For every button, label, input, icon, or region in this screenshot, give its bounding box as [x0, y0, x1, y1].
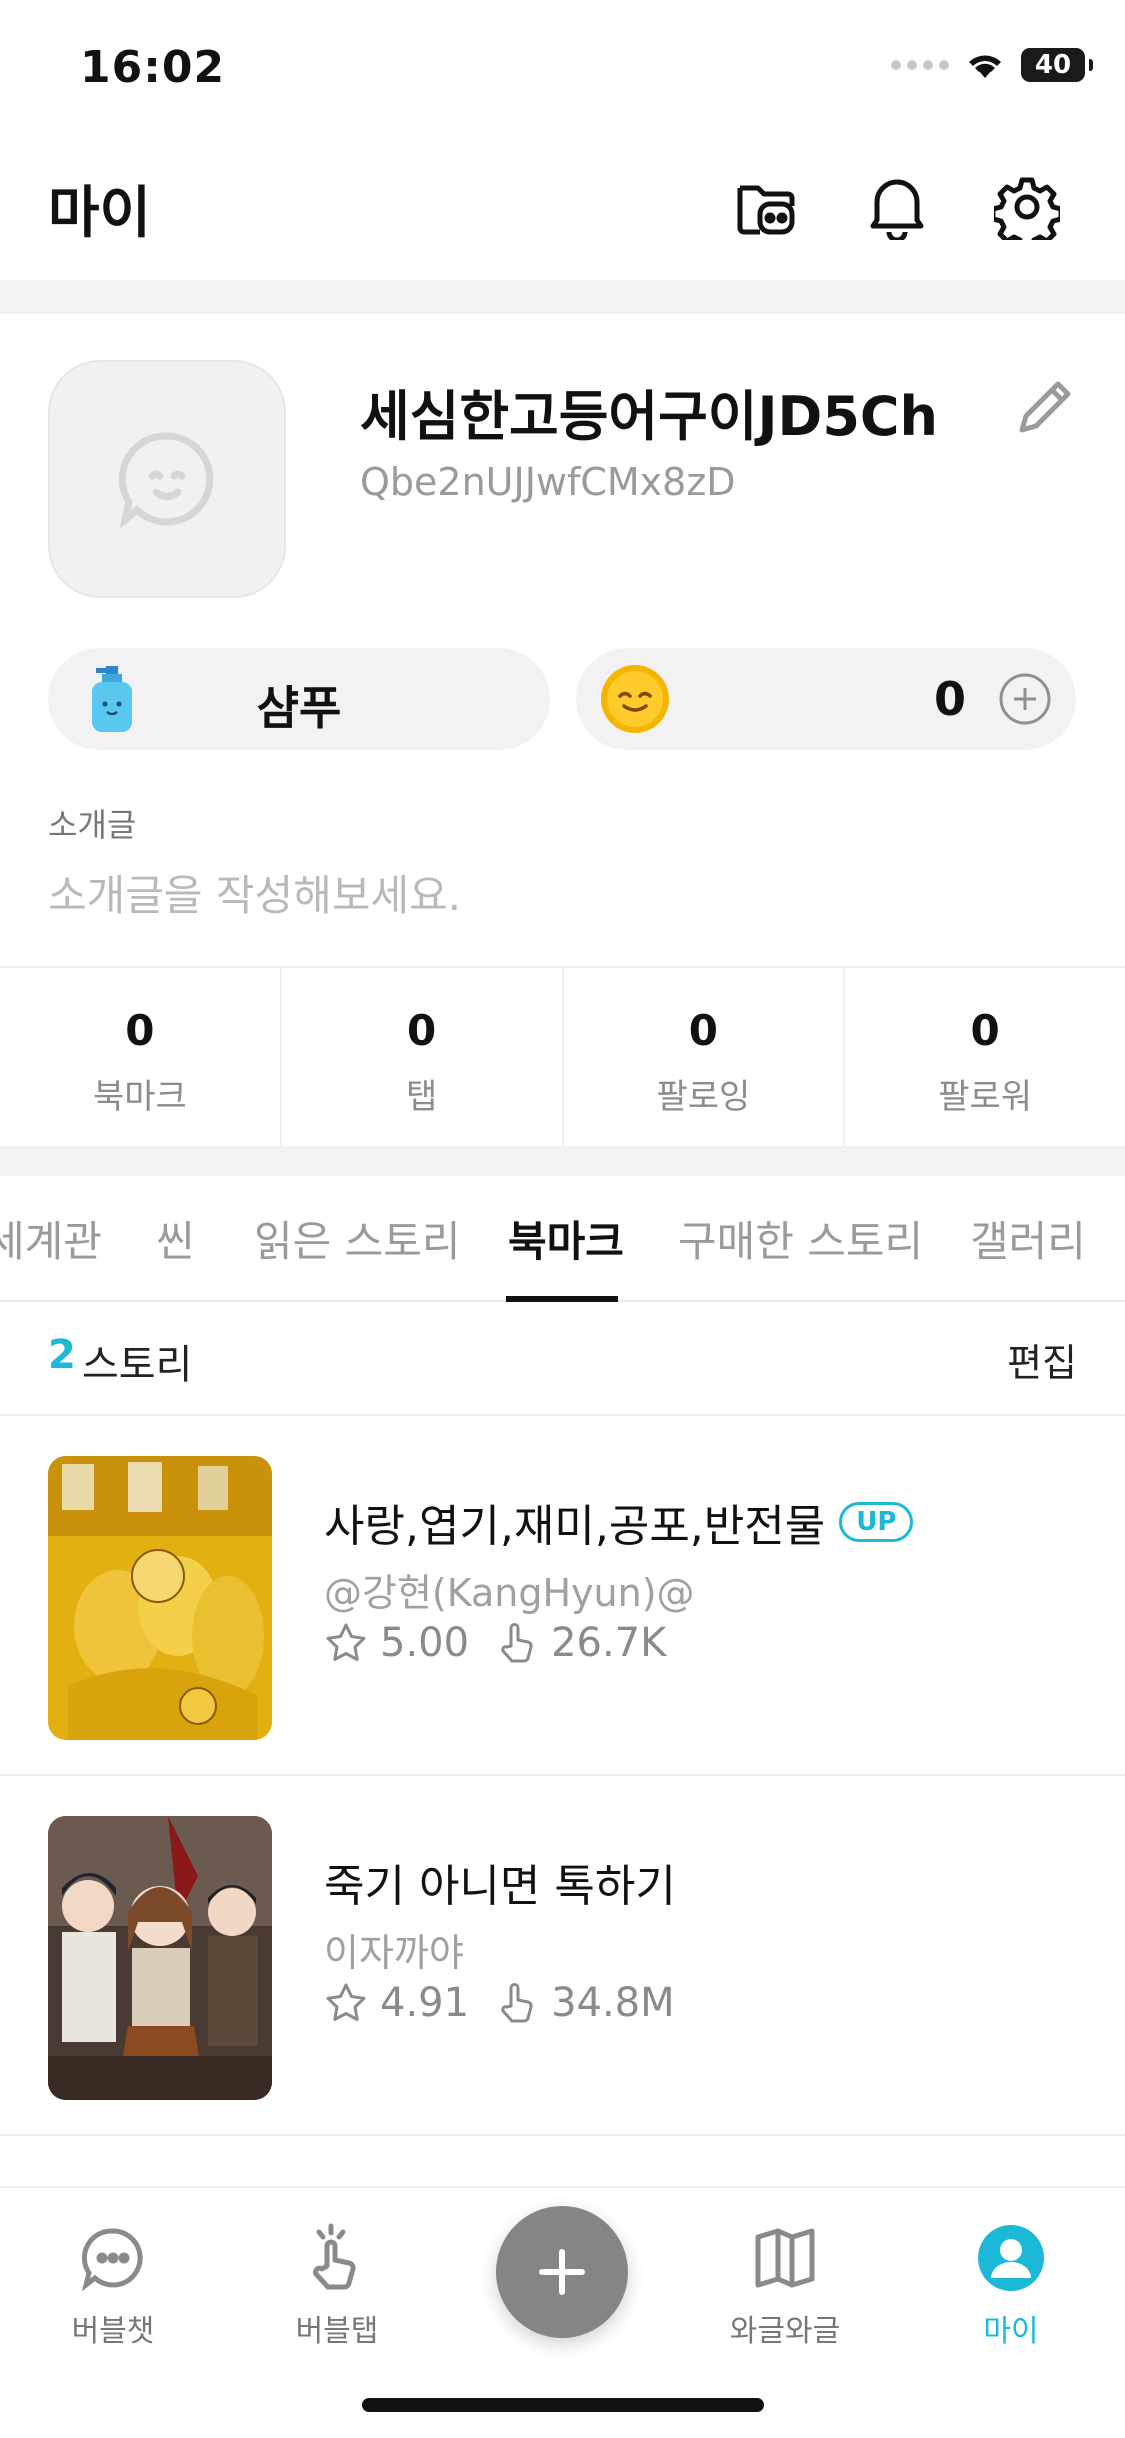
profile-icon — [978, 2225, 1044, 2291]
stat-following[interactable]: 0 팔로잉 — [564, 968, 846, 1146]
nav-label: 버블탭 — [295, 2314, 379, 2349]
tap-hand-icon — [313, 2223, 356, 2290]
section-divider — [0, 1146, 1125, 1176]
up-badge: UP — [839, 1502, 914, 1542]
tab-scenes[interactable]: 씬 — [156, 1208, 195, 1269]
story-title: 죽기 아니면 톡하기 — [324, 1850, 676, 1914]
nav-label: 마이 — [983, 2314, 1039, 2349]
story-taps: 26.7K — [551, 1620, 667, 1666]
robot-folder-icon — [737, 185, 795, 235]
story-count-unit: 스토리 — [82, 1342, 193, 1388]
intro-placeholder[interactable]: 소개글을 작성해보세요. — [48, 862, 461, 923]
story-title-text: 죽기 아니면 톡하기 — [324, 1861, 676, 1912]
stats-bar: 0 북마크 0 탭 0 팔로잉 0 팔로워 — [0, 966, 1125, 1146]
story-rating: 5.00 — [380, 1620, 470, 1666]
chat-bubble-icon — [81, 2228, 143, 2291]
stat-followers[interactable]: 0 팔로워 — [845, 968, 1125, 1146]
star-icon — [326, 1623, 366, 1661]
coin-pill[interactable]: 0 — [576, 648, 1076, 750]
status-time: 16:02 — [80, 42, 226, 93]
coin-face-icon — [601, 665, 669, 733]
intro-label: 소개글 — [48, 806, 137, 844]
story-meta: 5.00 26.7K — [324, 1620, 666, 1666]
user-id: Qbe2nUJJwfCMx8zD — [360, 460, 736, 504]
gear-icon — [994, 177, 1060, 240]
story-meta: 4.91 34.8M — [324, 1980, 675, 2026]
story-taps: 34.8M — [551, 1980, 675, 2026]
stat-value: 0 — [970, 1006, 1000, 1055]
stat-value: 0 — [407, 1006, 437, 1055]
story-author: 이자까야 — [324, 1931, 464, 1975]
stat-label: 탭 — [405, 1077, 438, 1117]
tap-hand-icon — [501, 1983, 533, 2023]
stat-label: 팔로잉 — [656, 1077, 751, 1117]
plus-circle-icon[interactable] — [998, 672, 1052, 726]
story-rating: 4.91 — [380, 1980, 470, 2026]
nav-wagle[interactable]: 와글와글 — [710, 2218, 860, 2350]
home-indicator — [362, 2398, 764, 2412]
nav-label: 버블챗 — [71, 2314, 155, 2349]
status-indicators: 40 — [891, 48, 1093, 82]
nav-bubble-tap[interactable]: 버블탭 — [262, 2218, 412, 2350]
shampoo-pill[interactable]: 샴푸 — [48, 648, 550, 750]
bell-icon — [870, 179, 924, 240]
avatar[interactable] — [48, 360, 286, 598]
nav-my[interactable]: 마이 — [936, 2218, 1086, 2350]
tab-bookmarks[interactable]: 북마크 — [508, 1208, 624, 1269]
tap-hand-icon — [501, 1623, 533, 1663]
character-folder-button[interactable] — [728, 170, 802, 244]
chat-face-icon — [118, 432, 214, 530]
stat-bookmarks[interactable]: 0 북마크 — [0, 968, 282, 1146]
notification-button[interactable] — [860, 170, 934, 244]
star-icon — [326, 1983, 366, 2021]
story-thumbnail — [48, 1816, 272, 2100]
stat-value: 0 — [125, 1006, 155, 1055]
edit-profile-button[interactable] — [1006, 370, 1082, 446]
settings-button[interactable] — [990, 170, 1064, 244]
edit-list-button[interactable]: 편집 — [1007, 1332, 1077, 1387]
list-header: 2 스토리 편집 — [0, 1302, 1125, 1416]
story-title: 사랑,엽기,재미,공포,반전물 UP — [324, 1490, 914, 1554]
story-title-text: 사랑,엽기,재미,공포,반전물 — [324, 1501, 826, 1552]
shampoo-label: 샴푸 — [256, 681, 342, 735]
profile-tabs: 세계관 씬 읽은 스토리 북마크 구매한 스토리 갤러리 — [0, 1176, 1125, 1302]
battery-indicator: 40 — [1021, 48, 1093, 82]
story-author: @강현(KangHyun)@ — [324, 1571, 695, 1615]
wifi-icon — [969, 55, 1001, 78]
nav-label: 와글와글 — [729, 2314, 841, 2349]
tab-read-stories[interactable]: 읽은 스토리 — [254, 1208, 461, 1269]
pencil-icon — [1019, 381, 1071, 433]
cellular-signal-icon — [891, 60, 949, 70]
tab-purchased-stories[interactable]: 구매한 스토리 — [678, 1208, 923, 1269]
plus-icon — [539, 2249, 585, 2295]
story-row[interactable]: 사랑,엽기,재미,공포,반전물 UP @강현(KangHyun)@ 5.00 2… — [0, 1416, 1125, 1776]
stat-label: 북마크 — [92, 1077, 187, 1117]
story-count: 2 — [48, 1332, 76, 1378]
tab-worlds[interactable]: 세계관 — [0, 1208, 102, 1269]
story-thumbnail — [48, 1456, 272, 1740]
tab-gallery[interactable]: 갤러리 — [970, 1208, 1086, 1269]
section-divider — [0, 280, 1125, 314]
nav-bubble-chat[interactable]: 버블챗 — [38, 2218, 188, 2350]
stat-label: 팔로워 — [938, 1077, 1033, 1117]
book-open-icon — [755, 2228, 815, 2288]
coin-count: 0 — [933, 672, 966, 726]
create-button[interactable] — [496, 2206, 628, 2338]
page-title: 마이 — [48, 181, 152, 246]
stat-value: 0 — [688, 1006, 718, 1055]
story-row[interactable]: 죽기 아니면 톡하기 이자까야 4.91 34.8M — [0, 1776, 1125, 2136]
stat-taps[interactable]: 0 탭 — [282, 968, 564, 1146]
nickname: 세심한고등어구이JD5Ch — [360, 385, 939, 448]
